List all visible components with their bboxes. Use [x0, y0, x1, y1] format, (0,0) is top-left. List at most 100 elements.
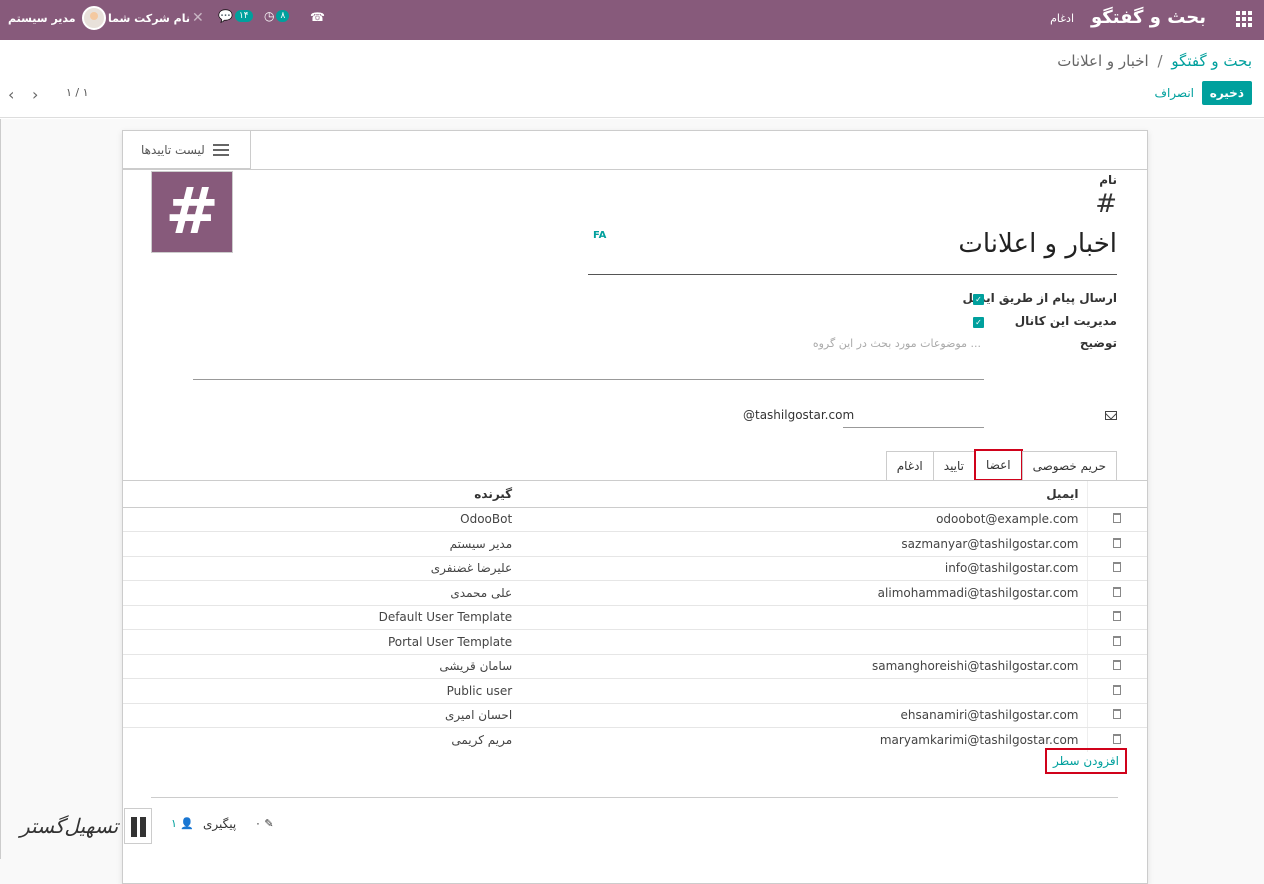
member-email[interactable]: alimohammadi@tashilgostar.com	[542, 580, 1088, 606]
avatar	[81, 6, 106, 30]
company-switcher[interactable]: نام شرکت شما	[108, 12, 190, 25]
watermark-icon	[124, 808, 153, 844]
apps-menu-icon[interactable]	[1236, 11, 1252, 27]
top-navbar: بحث و گفتگو ادغام ☎ ◷ ۸ 💬 ۱۴ ✕ نام شرکت …	[0, 0, 1264, 40]
member-name[interactable]: مریم کریمی	[123, 728, 542, 753]
attachment-count: ۰	[255, 817, 261, 830]
table-row[interactable]: OdooBot odoobot@example.com	[123, 507, 1147, 532]
clock-icon: ◷	[264, 9, 275, 23]
followers-button[interactable]: ۱ 👤	[171, 817, 194, 830]
email-column-header[interactable]: ایمیل	[542, 481, 1088, 508]
email-send-label: ارسال پیام از طریق ایمیل	[962, 291, 1117, 305]
channel-name-input[interactable]: اخبار و اعلانات	[958, 229, 1117, 259]
breadcrumb-parent[interactable]: بحث و گفتگو	[1171, 52, 1252, 70]
app-title[interactable]: بحث و گفتگو	[1091, 7, 1206, 28]
table-row[interactable]: علیرضا غضنفری info@tashilgostar.com	[123, 556, 1147, 581]
member-email[interactable]	[542, 678, 1088, 704]
member-email[interactable]: info@tashilgostar.com	[542, 556, 1088, 581]
user-name: مدیر سیستم	[8, 11, 76, 25]
channel-image[interactable]: #	[151, 171, 233, 253]
follow-button[interactable]: پیگیری	[203, 817, 236, 831]
paperclip-icon: ✎	[264, 817, 274, 830]
approvals-list-button[interactable]: لیست تاییدها	[141, 143, 229, 157]
close-icon[interactable]: ✕	[192, 10, 204, 26]
member-name[interactable]: علی محمدی	[123, 580, 543, 606]
followers-count: ۱	[171, 817, 177, 830]
notebook-tabs: حریم خصوصی اعضا تایید ادغام	[885, 449, 1117, 481]
table-row[interactable]: Public user	[123, 678, 1147, 704]
table-row[interactable]: سامان قریشی samanghoreishi@tashilgostar.…	[123, 654, 1147, 679]
member-name[interactable]: Public user	[123, 678, 543, 704]
phone-icon[interactable]: ☎	[310, 10, 325, 24]
watermark-text: تسهیل‌گستر	[20, 814, 119, 838]
member-email[interactable]: odoobot@example.com	[542, 507, 1088, 532]
description-field[interactable]: موضوعات مورد بحث در این گروه ...	[813, 337, 981, 350]
save-button[interactable]: ذخیره	[1201, 81, 1252, 105]
activity-menu[interactable]: ◷ ۸	[264, 9, 290, 23]
trash-icon[interactable]	[1087, 507, 1147, 532]
member-name[interactable]: Portal User Template	[123, 629, 543, 655]
member-email[interactable]: maryamkarimi@tashilgostar.com	[542, 727, 1088, 752]
members-table: گیرنده ایمیل OdooBot odoobot@example.com…	[123, 481, 1147, 752]
attachment-button[interactable]: ۰ ✎	[255, 817, 274, 830]
trash-icon[interactable]	[1087, 605, 1147, 630]
trash-icon[interactable]	[1087, 703, 1147, 728]
user-menu[interactable]: مدیر سیستم	[8, 6, 106, 30]
divider	[0, 119, 1, 859]
approvals-label: لیست تاییدها	[141, 143, 205, 157]
user-icon: 👤	[180, 817, 195, 830]
member-email[interactable]: ehsanamiri@tashilgostar.com	[542, 703, 1088, 728]
breadcrumb: بحث و گفتگو / اخبار و اعلانات	[1057, 52, 1252, 70]
activity-badge: ۸	[276, 10, 290, 22]
member-email[interactable]	[542, 605, 1088, 630]
member-name[interactable]: احسان امیری	[123, 703, 543, 728]
watermark-logo: تسهیل‌گستر	[20, 808, 153, 844]
button-box: لیست تاییدها	[123, 131, 251, 169]
recipient-column-header[interactable]: گیرنده	[123, 481, 543, 508]
menu-merge[interactable]: ادغام	[1050, 12, 1074, 25]
add-line-button[interactable]: افزودن سطر	[1045, 748, 1127, 774]
trash-icon[interactable]	[1087, 654, 1147, 679]
member-email[interactable]: sazmanyar@tashilgostar.com	[542, 531, 1088, 557]
tab-moderation[interactable]: تایید	[932, 451, 976, 480]
member-name[interactable]: سامان قریشی	[123, 654, 543, 679]
member-name[interactable]: مدیر سیستم	[123, 531, 543, 557]
pager-value[interactable]: ۱ / ۱	[66, 86, 89, 99]
name-label: نام	[1099, 173, 1117, 187]
table-row[interactable]: مدیر سیستم sazmanyar@tashilgostar.com	[123, 531, 1147, 557]
member-email[interactable]	[542, 629, 1088, 655]
divider	[123, 169, 1147, 170]
member-name[interactable]: OdooBot	[123, 507, 543, 532]
divider	[843, 427, 984, 428]
alias-field[interactable]: @tashilgostar.com	[743, 408, 854, 422]
chat-icon: 💬	[218, 9, 233, 23]
chevron-left-icon[interactable]: ‹	[8, 85, 14, 104]
language-button[interactable]: FA	[593, 230, 606, 241]
hash-prefix: #	[1095, 189, 1117, 219]
table-row[interactable]: Portal User Template	[123, 629, 1147, 655]
table-row[interactable]: علی محمدی alimohammadi@tashilgostar.com	[123, 580, 1147, 606]
table-row[interactable]: Default User Template	[123, 605, 1147, 630]
discard-button[interactable]: انصراف	[1155, 86, 1194, 100]
divider	[151, 797, 1118, 798]
tab-members[interactable]: اعضا	[974, 449, 1023, 481]
email-send-checkbox[interactable]: ✓	[973, 294, 984, 305]
trash-icon[interactable]	[1087, 629, 1147, 655]
member-email[interactable]: samanghoreishi@tashilgostar.com	[542, 654, 1088, 679]
member-name[interactable]: Default User Template	[123, 605, 543, 630]
trash-icon[interactable]	[1087, 580, 1147, 606]
chevron-right-icon[interactable]: ›	[32, 85, 38, 104]
table-row[interactable]: احسان امیری ehsanamiri@tashilgostar.com	[123, 703, 1147, 728]
list-icon	[212, 144, 229, 156]
manage-channel-checkbox[interactable]: ✓	[973, 317, 984, 328]
breadcrumb-separator: /	[1157, 52, 1163, 70]
table-row[interactable]: مریم کریمی maryamkarimi@tashilgostar.com	[123, 727, 1147, 753]
trash-icon[interactable]	[1087, 556, 1147, 581]
trash-icon[interactable]	[1087, 531, 1147, 557]
messaging-menu[interactable]: 💬 ۱۴	[218, 9, 253, 23]
divider	[193, 379, 984, 380]
trash-icon[interactable]	[1087, 678, 1147, 704]
tab-privacy[interactable]: حریم خصوصی	[1021, 451, 1117, 480]
member-name[interactable]: علیرضا غضنفری	[123, 556, 543, 581]
tab-merge[interactable]: ادغام	[885, 451, 934, 480]
